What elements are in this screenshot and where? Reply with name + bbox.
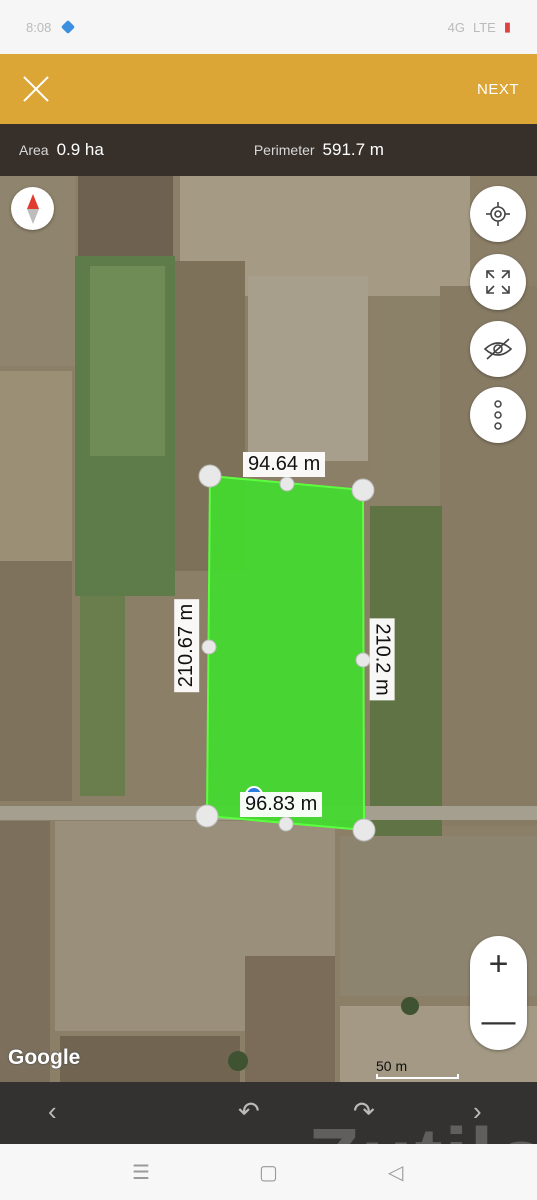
menu-icon[interactable]: ☰ bbox=[132, 1160, 150, 1185]
scale-label: 50 m bbox=[376, 1058, 408, 1074]
fit-bounds-button[interactable] bbox=[470, 254, 526, 310]
battery-low-icon: ▮ bbox=[503, 19, 511, 34]
crosshair-icon bbox=[486, 202, 510, 226]
edge-length-top: 94.64 m bbox=[243, 452, 326, 477]
perimeter-value: 591.7 m bbox=[322, 140, 384, 159]
eye-off-icon bbox=[483, 338, 513, 360]
midpoint-handle[interactable] bbox=[201, 639, 217, 655]
zoom-control: + — bbox=[470, 936, 527, 1050]
scale-bar bbox=[376, 1074, 459, 1079]
area-value: 0.9 ha bbox=[56, 140, 104, 159]
midpoint-handle[interactable] bbox=[279, 476, 295, 492]
vertex-handle[interactable] bbox=[195, 804, 219, 828]
google-attribution[interactable]: Google bbox=[8, 1046, 80, 1070]
more-options-button[interactable] bbox=[470, 387, 526, 443]
perimeter-label: Perimeter bbox=[253, 142, 315, 158]
edge-length-left: 210.67 m bbox=[174, 598, 200, 693]
close-icon[interactable] bbox=[22, 75, 50, 103]
chevron-left-icon[interactable]: ‹ bbox=[48, 1096, 57, 1127]
app-notification-icon bbox=[61, 19, 76, 35]
satellite-map[interactable]: 94.64 m 96.83 m 210.67 m 210.2 m bbox=[0, 176, 537, 1082]
more-vertical-icon bbox=[494, 400, 502, 430]
edge-length-right: 210.2 m bbox=[369, 618, 395, 701]
zoom-out-button[interactable]: — bbox=[470, 993, 527, 1050]
next-button[interactable]: NEXT bbox=[477, 81, 519, 98]
zoom-in-button[interactable]: + bbox=[470, 936, 527, 993]
signal-label: 4G bbox=[447, 19, 465, 35]
status-bar: 8:08 4G LTE ▮ bbox=[0, 0, 537, 54]
compass-button[interactable] bbox=[11, 187, 54, 230]
perimeter-info: Perimeter 591.7 m bbox=[254, 140, 384, 160]
undo-icon[interactable]: ↶ bbox=[238, 1096, 260, 1127]
midpoint-handle[interactable] bbox=[278, 816, 294, 832]
back-icon[interactable]: ◁ bbox=[388, 1160, 403, 1185]
field-polygon[interactable] bbox=[205, 474, 366, 832]
area-info: Area 0.9 ha bbox=[19, 140, 104, 160]
system-nav-bar: ☰ ▢ ◁ bbox=[0, 1144, 537, 1200]
measurement-info-bar: Area 0.9 ha Perimeter 591.7 m bbox=[0, 124, 537, 176]
compass-icon bbox=[26, 193, 39, 224]
area-label: Area bbox=[19, 142, 49, 158]
edge-length-bottom: 96.83 m bbox=[240, 792, 323, 817]
vertex-handle[interactable] bbox=[352, 818, 376, 842]
status-time: 8:08 bbox=[26, 19, 52, 35]
midpoint-handle[interactable] bbox=[355, 652, 371, 668]
home-icon[interactable]: ▢ bbox=[259, 1160, 278, 1185]
top-bar: NEXT bbox=[0, 54, 537, 124]
my-location-button[interactable] bbox=[470, 186, 526, 242]
expand-icon bbox=[486, 270, 510, 294]
toggle-visibility-button[interactable] bbox=[470, 321, 526, 377]
measure-polygon-layer bbox=[195, 464, 376, 842]
network-label: LTE bbox=[472, 19, 496, 35]
vertex-handle[interactable] bbox=[351, 478, 375, 502]
status-icons bbox=[61, 19, 447, 35]
status-right: 4G LTE ▮ bbox=[448, 19, 511, 35]
vertex-handle[interactable] bbox=[198, 464, 222, 488]
